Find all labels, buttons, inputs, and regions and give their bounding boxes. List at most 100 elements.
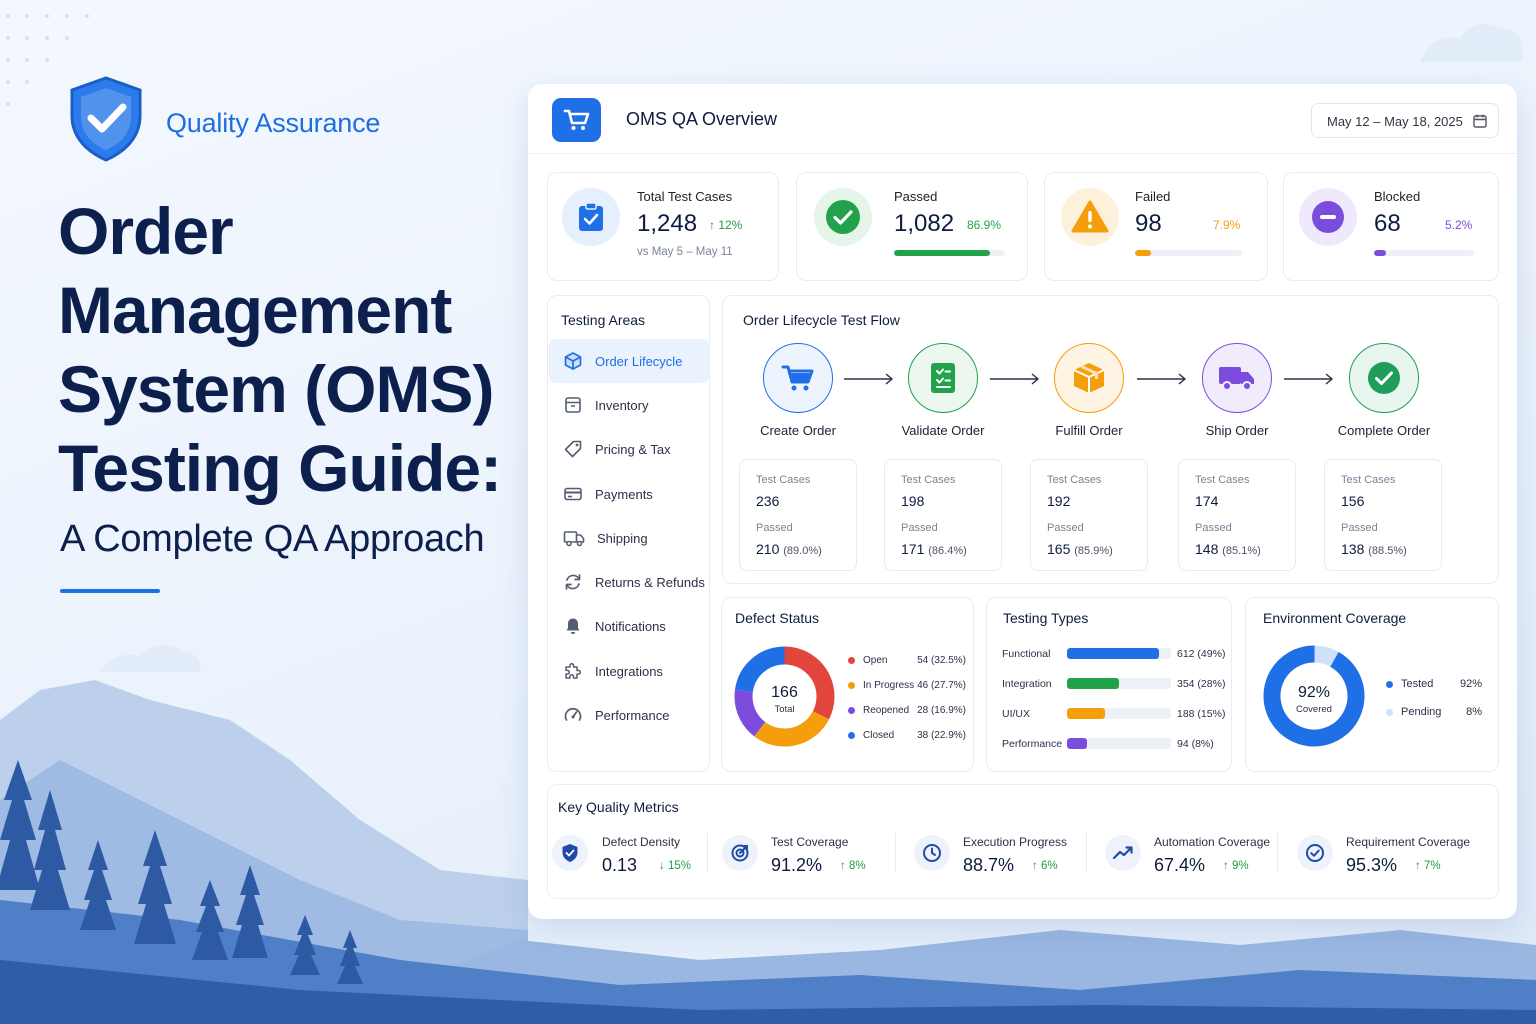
bell-icon [566, 618, 580, 634]
metric-label: Requirement Coverage [1346, 835, 1471, 849]
cart-icon [763, 343, 833, 413]
passed-label: Passed [1341, 522, 1378, 534]
metric-test-coverage[interactable]: Test Coverage 91.2% ↑ 8% [722, 831, 882, 883]
stat-label: Total Test Cases [637, 189, 733, 204]
legend-dot [848, 682, 855, 689]
passed-value: 210 (89.0%) [756, 541, 822, 557]
stat-card-passed[interactable]: Passed 1,082 86.9% [796, 172, 1028, 281]
hero-divider [60, 589, 160, 593]
failed-progress-fill [1135, 250, 1152, 256]
shield-icon [552, 835, 588, 871]
legend-dot [848, 707, 855, 714]
check-circle-icon [1349, 343, 1419, 413]
order-lifecycle-flow: Order Lifecycle Test Flow Create Order V… [722, 295, 1499, 584]
defect-legend-closed: Closed 38 (22.9%) [848, 730, 966, 741]
testing-type-bar [1067, 738, 1171, 749]
brand-label: Quality Assurance [166, 107, 381, 138]
stat-card-total[interactable]: Total Test Cases 1,248 ↑ 12% vs May 5 – … [547, 172, 779, 281]
legend-value: 28 (16.9%) [917, 705, 966, 716]
sidebar-item-label: Inventory [595, 397, 649, 413]
flow-step-label: Fulfill Order [1055, 423, 1123, 438]
date-range-value: May 12 – May 18, 2025 [1327, 114, 1463, 129]
gauge-icon [564, 707, 582, 721]
sidebar-item-shipping[interactable]: Shipping [549, 516, 709, 560]
check-circle-icon [814, 188, 872, 246]
sidebar-item-inventory[interactable]: Inventory [549, 383, 709, 427]
flow-step-fulfill-order[interactable]: Fulfill Order [1014, 343, 1164, 438]
sidebar-item-notifications[interactable]: Notifications [549, 604, 709, 648]
refresh-icon [565, 574, 581, 590]
sidebar-item-label: Notifications [595, 618, 666, 634]
shield-check-icon [70, 76, 142, 162]
legend-label: Open [863, 655, 888, 666]
passed-label: Passed [901, 522, 938, 534]
testing-type-value: 354 (28%) [1177, 678, 1226, 690]
stat-value: 68 [1374, 210, 1401, 237]
hero-title-line: Order [58, 194, 234, 268]
metric-divider [1086, 833, 1087, 873]
date-range-picker[interactable]: May 12 – May 18, 2025 [1311, 103, 1499, 138]
hero-subtitle: A Complete QA Approach [60, 518, 485, 560]
passed-progress-bar [894, 250, 1005, 256]
testing-type-value: 188 (15%) [1177, 708, 1226, 720]
sidebar-item-label: Payments [595, 486, 653, 502]
sidebar-item-returns-refunds[interactable]: Returns & Refunds [549, 560, 709, 604]
passed-label: Passed [1047, 522, 1084, 534]
testing-type-label: Functional [1002, 648, 1051, 660]
stat-value: 1,082 [894, 210, 955, 237]
test-cases-value: 198 [901, 493, 925, 509]
sidebar-item-performance[interactable]: Performance [549, 693, 709, 737]
legend-value: 8% [1466, 706, 1482, 718]
flow-step-create-order[interactable]: Create Order [723, 343, 873, 438]
credit-card-icon [564, 487, 582, 501]
dashboard-title: OMS QA Overview [626, 109, 778, 129]
sidebar-item-pricing-tax[interactable]: Pricing & Tax [549, 427, 709, 471]
flow-step-ship-order[interactable]: Ship Order [1162, 343, 1312, 438]
passed-count: 165 [1047, 541, 1071, 557]
metric-requirement-coverage[interactable]: Requirement Coverage 95.3% ↑ 7% [1297, 831, 1492, 883]
warning-icon [1061, 188, 1119, 246]
passed-count: 210 [756, 541, 780, 557]
flow-step-complete-order[interactable]: Complete Order [1309, 343, 1459, 438]
sidebar-item-payments[interactable]: Payments [549, 472, 709, 516]
flow-case-card: Test Cases 192 Passed 165 (85.9%) [1030, 459, 1148, 571]
metric-delta: ↑ 6% [1032, 860, 1058, 872]
testing-type-fill [1067, 648, 1159, 659]
hero-title-line: System (OMS) [58, 352, 494, 426]
key-quality-metrics: Key Quality Metrics Defect Density 0.13 … [547, 784, 1499, 899]
coverage-legend-pending: Pending 8% [1386, 706, 1482, 718]
defect-total-value: 166 [771, 684, 798, 701]
defect-legend-in-progress: In Progress 46 (27.7%) [848, 680, 966, 691]
stat-card-failed[interactable]: Failed 98 7.9% [1044, 172, 1268, 281]
metric-value: 91.2% [771, 855, 823, 875]
environment-coverage-card: Environment Coverage 92% Covered Tested … [1245, 597, 1499, 772]
metric-delta: ↑ 9% [1223, 860, 1249, 872]
box-icon [565, 397, 581, 413]
stat-value: 1,248 [637, 210, 698, 237]
coverage-center-label: Covered [1296, 704, 1332, 715]
metric-defect-density[interactable]: Defect Density 0.13 ↓ 15% [552, 831, 712, 883]
check-badge-icon [1297, 835, 1333, 871]
stat-percent: 5.2% [1445, 218, 1473, 232]
passed-percent: (88.5%) [1368, 545, 1407, 557]
legend-dot [848, 657, 855, 664]
legend-label: In Progress [863, 680, 915, 691]
passed-count: 138 [1341, 541, 1365, 557]
sidebar-item-order-lifecycle[interactable]: Order Lifecycle [549, 339, 709, 383]
metric-execution-progress[interactable]: Execution Progress 88.7% ↑ 6% [914, 831, 1084, 883]
test-cases-label: Test Cases [1047, 474, 1102, 486]
legend-dot [1386, 708, 1393, 716]
passed-progress-fill [894, 250, 991, 256]
flow-step-validate-order[interactable]: Validate Order [868, 343, 1018, 438]
sidebar-item-label: Performance [595, 707, 670, 723]
cart-logo-icon [552, 98, 601, 142]
sidebar-item-label: Shipping [597, 530, 648, 546]
testing-type-value: 94 (8%) [1177, 738, 1214, 750]
metric-divider [895, 833, 896, 873]
legend-value: 92% [1459, 678, 1482, 690]
sidebar-item-integrations[interactable]: Integrations [549, 649, 709, 693]
defect-status-card: Defect Status 166 Total Open 54 (32.5%) … [721, 597, 974, 772]
stat-card-blocked[interactable]: Blocked 68 5.2% [1283, 172, 1499, 281]
metric-automation-coverage[interactable]: Automation Coverage 67.4% ↑ 9% [1105, 831, 1285, 883]
testing-type-fill [1067, 678, 1120, 689]
